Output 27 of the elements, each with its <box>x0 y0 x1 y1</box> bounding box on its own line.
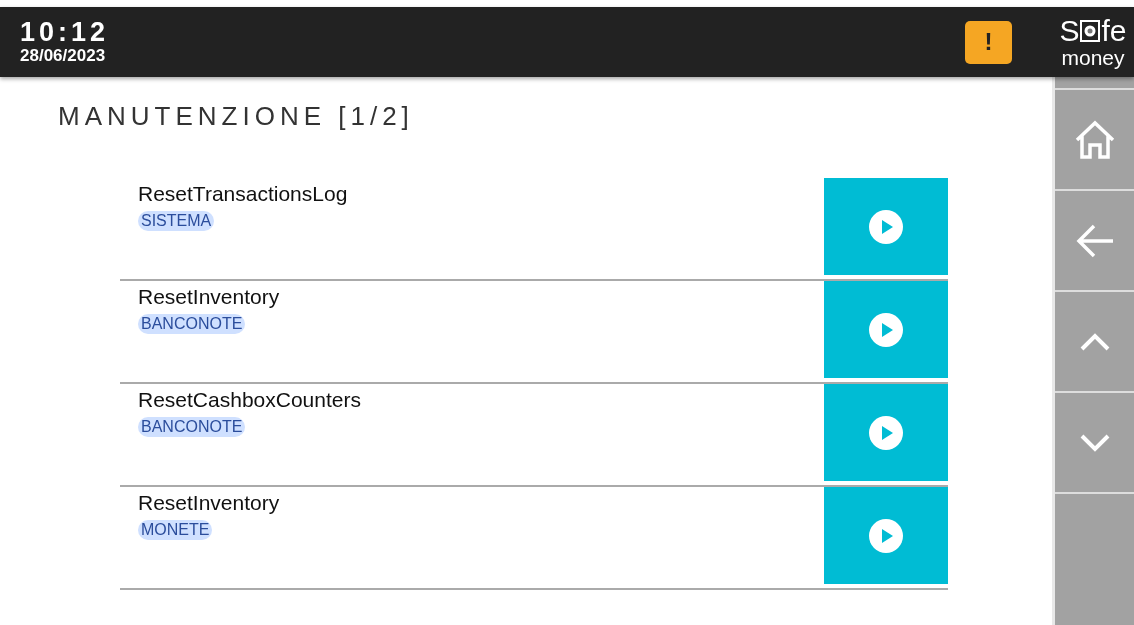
safe-icon <box>1080 20 1101 42</box>
category-tag: SISTEMA <box>138 211 215 231</box>
play-icon <box>868 311 904 348</box>
play-icon <box>868 208 904 245</box>
page-title: MANUTENZIONE [1/2] <box>58 101 415 132</box>
operation-name: ResetTransactionsLog <box>138 182 348 206</box>
logo-text: money <box>1061 47 1125 69</box>
clock-date: 28/06/2023 <box>20 46 107 66</box>
play-icon <box>868 517 904 554</box>
operation-name: ResetInventory <box>138 285 280 309</box>
run-button[interactable] <box>824 487 948 584</box>
operation-name: ResetInventory <box>138 491 280 515</box>
chevron-down-icon <box>1079 433 1110 452</box>
play-icon <box>868 414 904 451</box>
category-tag: BANCONOTE <box>138 314 246 334</box>
logo-text: fe <box>1101 15 1127 47</box>
logo-text: S <box>1059 15 1080 47</box>
clock-time: 10:12 <box>20 18 111 46</box>
run-button[interactable] <box>824 178 948 275</box>
category-tag: BANCONOTE <box>138 417 246 437</box>
run-button[interactable] <box>824 384 948 481</box>
run-button[interactable] <box>824 281 948 378</box>
back-arrow-icon <box>1074 222 1115 259</box>
chevron-up-icon <box>1079 332 1110 351</box>
operation-name: ResetCashboxCounters <box>138 388 361 412</box>
alert-button[interactable]: ! <box>965 20 1012 64</box>
category-tag: MONETE <box>138 520 213 540</box>
